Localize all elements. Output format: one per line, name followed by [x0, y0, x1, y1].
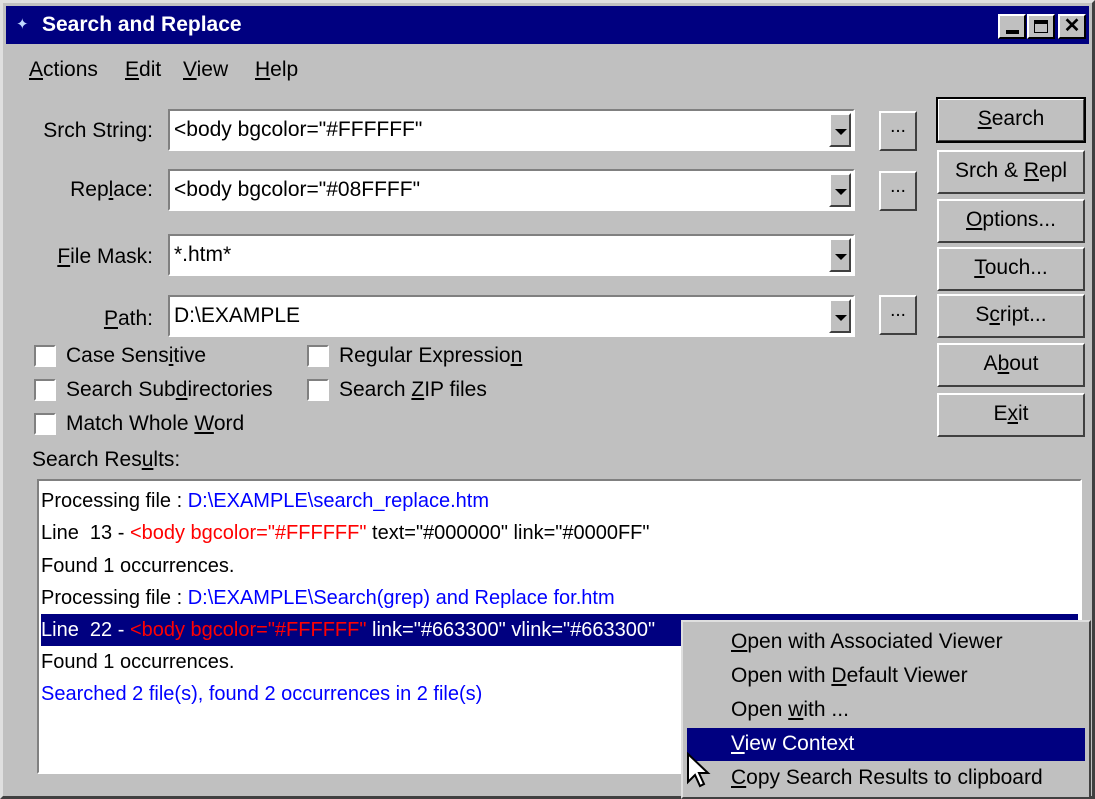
result-line-number: Line 22 -: [41, 619, 130, 641]
result-line-number: Line 13 -: [41, 522, 130, 544]
menu-item-view-context[interactable]: View Context: [687, 728, 1085, 761]
minimize-button[interactable]: [998, 14, 1026, 39]
match-whole-word-label: Match Whole Word: [66, 412, 245, 435]
replace-combo[interactable]: <body bgcolor="#08FFFF": [168, 169, 855, 211]
file-mask-value: *.htm*: [174, 243, 232, 266]
menu-item-label: View Context: [731, 732, 855, 755]
menu-item-copy-results[interactable]: Copy Search Results to clipboard: [687, 762, 1085, 795]
search-zip-box[interactable]: [307, 379, 329, 401]
menu-item-label: Open with ...: [731, 698, 849, 721]
regular-expression-label: Regular Expression: [339, 344, 523, 367]
case-sensitive-box[interactable]: [34, 345, 56, 367]
window-title: Search and Replace: [42, 13, 242, 36]
srch-string-label: Srch String:: [43, 119, 153, 142]
maximize-icon: [1034, 20, 1048, 33]
about-button[interactable]: About: [937, 343, 1085, 387]
file-mask-label: File Mask:: [57, 245, 153, 268]
chevron-down-icon: [835, 129, 847, 135]
result-match: <body bgcolor="#FFFFFF": [129, 522, 367, 544]
maximize-button[interactable]: [1027, 14, 1055, 39]
result-count: Found 1 occurrences.: [41, 651, 235, 673]
search-results-label: Search Results:: [32, 448, 181, 471]
result-row[interactable]: Processing file : D:\EXAMPLE\search_repl…: [41, 485, 1078, 517]
path-label: Path:: [103, 307, 153, 330]
result-row[interactable]: Line 13 - <body bgcolor="#FFFFFF" text="…: [41, 517, 1078, 549]
result-context: text="#000000" link="#0000FF": [366, 522, 650, 544]
srch-string-dropdown-button[interactable]: [829, 113, 851, 147]
srch-string-combo[interactable]: <body bgcolor="#FFFFFF": [168, 109, 855, 151]
path-dropdown-button[interactable]: [829, 299, 851, 333]
title-bar[interactable]: ✦ Search and Replace ✕: [6, 6, 1089, 44]
chevron-down-icon: [835, 189, 847, 195]
path-value: D:\EXAMPLE: [174, 304, 301, 327]
menu-actions[interactable]: Actions: [29, 55, 98, 85]
path-browse-button[interactable]: ...: [879, 295, 917, 335]
result-prefix: Processing file :: [41, 490, 188, 512]
menu-item-open-default[interactable]: Open with Default Viewer: [687, 660, 1085, 693]
exit-button[interactable]: Exit: [937, 393, 1085, 437]
result-file-path: D:\EXAMPLE\search_replace.htm: [187, 490, 489, 512]
result-count: Found 1 occurrences.: [41, 555, 235, 577]
app-icon: ✦: [16, 16, 29, 33]
menu-item-label: Copy Search Results to clipboard: [731, 766, 1043, 789]
menu-item-open-with[interactable]: Open with ...: [687, 694, 1085, 727]
match-whole-word-box[interactable]: [34, 413, 56, 435]
chevron-down-icon: [835, 315, 847, 321]
result-prefix: Processing file :: [41, 587, 188, 609]
result-context: link="#663300" vlink="#663300": [366, 619, 656, 641]
menu-item-open-associated[interactable]: Open with Associated Viewer: [687, 626, 1085, 659]
menu-item-label: Open with Associated Viewer: [731, 630, 1003, 653]
close-button[interactable]: ✕: [1058, 14, 1086, 39]
srch-string-value: <body bgcolor="#FFFFFF": [174, 118, 423, 141]
search-subdirectories-box[interactable]: [34, 379, 56, 401]
result-match: <body bgcolor="#FFFFFF": [129, 619, 367, 641]
search-zip-label: Search ZIP files: [339, 378, 487, 401]
menu-edit[interactable]: Edit: [125, 55, 161, 85]
menu-view[interactable]: View: [183, 55, 228, 85]
context-menu: Open with Associated Viewer Open with De…: [681, 620, 1091, 799]
replace-label: Replace:: [70, 178, 153, 201]
file-mask-combo[interactable]: *.htm*: [168, 234, 855, 276]
search-button[interactable]: Search: [936, 97, 1086, 143]
chevron-down-icon: [835, 254, 847, 260]
regular-expression-box[interactable]: [307, 345, 329, 367]
script-button[interactable]: Script...: [937, 294, 1085, 338]
menu-item-label: Open with Default Viewer: [731, 664, 968, 687]
menu-help[interactable]: Help: [255, 55, 298, 85]
mouse-pointer-icon: [687, 752, 711, 788]
search-subdirectories-label: Search Subdirectories: [66, 378, 273, 401]
options-button[interactable]: Options...: [937, 199, 1085, 243]
srch-repl-button[interactable]: Srch & Repl: [937, 150, 1085, 194]
srch-string-browse-button[interactable]: ...: [879, 111, 917, 151]
minimize-icon: [1006, 30, 1019, 34]
path-combo[interactable]: D:\EXAMPLE: [168, 295, 855, 337]
touch-button[interactable]: Touch...: [937, 247, 1085, 291]
result-summary: Searched 2 file(s), found 2 occurrences …: [41, 683, 483, 705]
result-file-path: D:\EXAMPLE\Search(grep) and Replace for.…: [187, 587, 615, 609]
close-icon: ✕: [1063, 15, 1081, 37]
case-sensitive-label: Case Sensitive: [66, 344, 207, 367]
replace-dropdown-button[interactable]: [829, 173, 851, 207]
result-row[interactable]: Processing file : D:\EXAMPLE\Search(grep…: [41, 582, 1078, 614]
result-row[interactable]: Found 1 occurrences.: [41, 550, 1078, 582]
replace-browse-button[interactable]: ...: [879, 171, 917, 211]
file-mask-dropdown-button[interactable]: [829, 238, 851, 272]
replace-value: <body bgcolor="#08FFFF": [174, 178, 421, 201]
